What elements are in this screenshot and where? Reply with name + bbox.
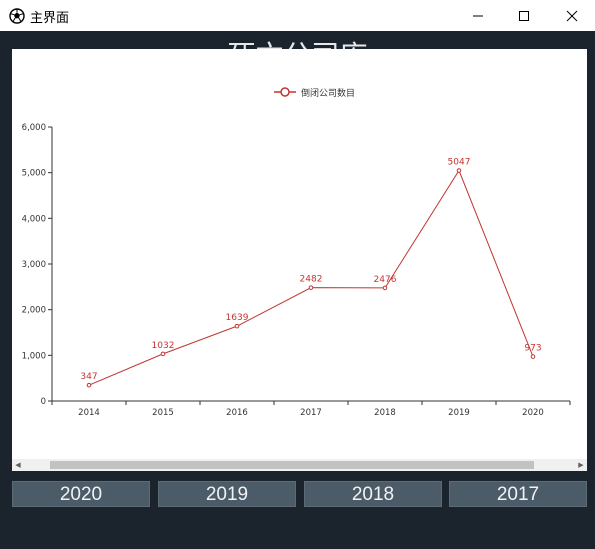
year-button-2017[interactable]: 2017: [449, 481, 587, 507]
y-tick-label: 3,000: [22, 260, 46, 270]
legend-marker-icon: [280, 87, 290, 97]
data-label: 1639: [226, 313, 249, 323]
scrollbar-thumb[interactable]: [50, 461, 534, 469]
data-point: [530, 354, 536, 359]
legend-label: 倒闭公司数目: [301, 87, 355, 99]
data-label: 973: [524, 344, 541, 354]
data-label: 2482: [300, 275, 323, 285]
data-point: [456, 168, 462, 173]
y-tick-label: 2,000: [22, 306, 46, 316]
year-button-2020[interactable]: 2020: [12, 481, 150, 507]
data-label: 5047: [448, 158, 471, 168]
data-point: [234, 323, 240, 329]
close-button[interactable]: [549, 0, 595, 31]
maximize-button[interactable]: [501, 0, 547, 31]
y-tick-label: 0: [41, 397, 46, 407]
data-point: [308, 285, 314, 290]
horizontal-scrollbar[interactable]: ◀ ▶: [12, 459, 587, 471]
y-tick-label: 4,000: [22, 214, 46, 224]
scroll-left-arrow-icon[interactable]: ◀: [12, 459, 24, 471]
x-tick-label: 2019: [448, 408, 470, 418]
y-tick-label: 1,000: [22, 351, 46, 361]
minimize-icon: [473, 15, 483, 16]
x-tick-label: 2020: [522, 408, 544, 418]
x-tick-label: 2014: [78, 408, 100, 418]
chart-panel: 倒闭公司数目 0 1,000 2,000 3,000 4,000 5,000 6,000 201…: [12, 49, 587, 471]
data-point: [86, 382, 92, 388]
year-button-2018[interactable]: 2018: [304, 481, 442, 507]
data-label: 347: [80, 372, 97, 382]
line-chart: 倒闭公司数目 0 1,000 2,000 3,000 4,000 5,000 6,000 201…: [22, 87, 571, 418]
maximize-icon: [519, 10, 529, 21]
x-tick-label: 2015: [152, 408, 174, 418]
football-icon: [9, 8, 25, 24]
x-tick-label: 2016: [226, 408, 248, 418]
data-label: 1032: [152, 341, 175, 351]
y-tick-label: 6,000: [22, 123, 46, 133]
data-label: 2476: [374, 275, 397, 285]
minimize-button[interactable]: [455, 0, 501, 31]
y-tick-label: 5,000: [22, 169, 46, 179]
data-point: [160, 351, 166, 357]
window-title: 主界面: [30, 11, 70, 26]
scroll-right-arrow-icon[interactable]: ▶: [575, 459, 587, 471]
close-icon: [566, 10, 578, 21]
year-button-2019[interactable]: 2019: [158, 481, 296, 507]
window-titlebar: 主界面: [0, 0, 595, 31]
x-tick-label: 2017: [300, 408, 322, 418]
x-tick-label: 2018: [374, 408, 396, 418]
data-point: [382, 285, 388, 291]
